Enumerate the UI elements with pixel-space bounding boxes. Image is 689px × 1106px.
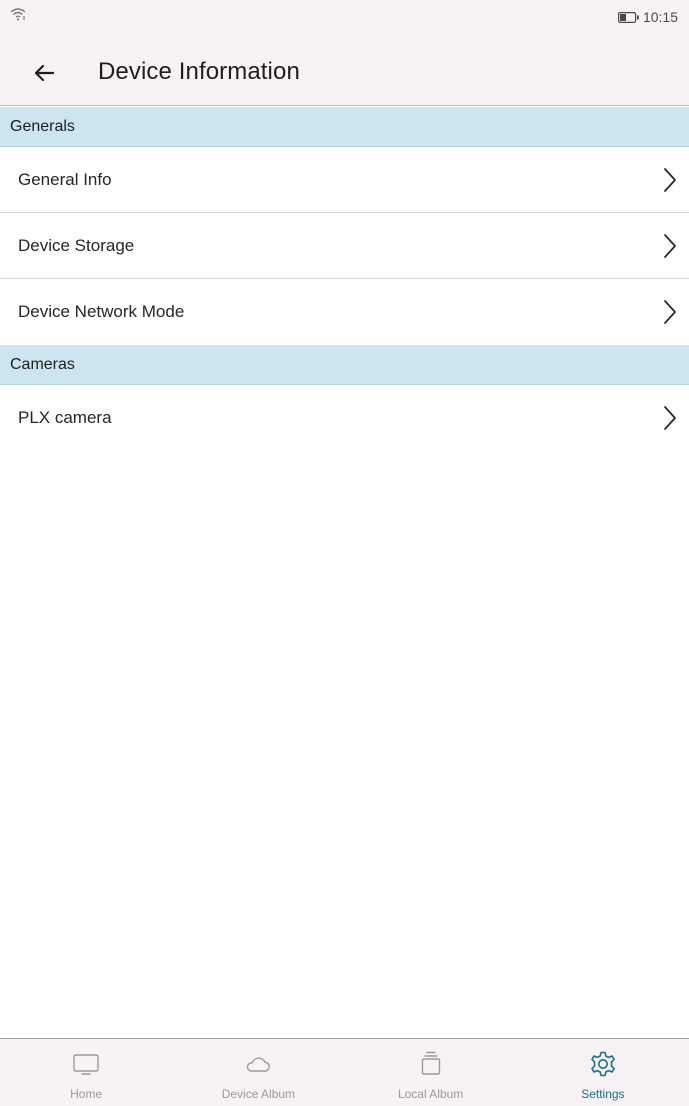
- chevron-right-icon: [664, 168, 676, 192]
- nav-item-local-album[interactable]: Local Album: [345, 1039, 517, 1106]
- status-time: 10:15: [642, 9, 678, 25]
- list-item-device-storage[interactable]: Device Storage: [0, 213, 689, 279]
- chevron-right-icon: [664, 234, 676, 258]
- bottom-navigation: Home Device Album Local Album Settings: [0, 1038, 689, 1106]
- list-item-device-network-mode[interactable]: Device Network Mode: [0, 279, 689, 345]
- list-item-label: General Info: [18, 170, 112, 189]
- chevron-right-icon: [664, 406, 676, 430]
- nav-label: Home: [70, 1087, 103, 1101]
- status-bar: 10:15: [0, 0, 689, 40]
- album-stack-icon: [421, 1051, 440, 1075]
- arrow-left-icon: [34, 64, 55, 82]
- status-right: 10:15: [617, 9, 678, 25]
- nav-label: Device Album: [221, 1087, 296, 1101]
- nav-item-home[interactable]: Home: [0, 1039, 172, 1106]
- section-title: Generals: [10, 118, 75, 135]
- nav-item-settings[interactable]: Settings: [517, 1039, 689, 1106]
- list-item-general-info[interactable]: General Info: [0, 147, 689, 213]
- list-item-label: Device Network Mode: [18, 302, 185, 321]
- list-item-plx-camera[interactable]: PLX camera: [0, 385, 689, 451]
- section-header-cameras: Cameras: [0, 345, 689, 385]
- gear-icon: [591, 1051, 615, 1077]
- back-button[interactable]: [24, 53, 64, 93]
- cloud-icon: [247, 1057, 271, 1072]
- list-item-label: PLX camera: [18, 408, 112, 427]
- chevron-right-icon: [664, 300, 676, 324]
- page-title: Device Information: [98, 58, 300, 85]
- nav-item-device-album[interactable]: Device Album: [172, 1039, 344, 1106]
- section-title: Cameras: [10, 356, 75, 373]
- device-information-screen: 10:15 Device Information Generals Genera…: [0, 0, 689, 1106]
- list-item-label: Device Storage: [18, 236, 135, 255]
- wifi-icon: [10, 8, 26, 21]
- nav-label: Settings: [581, 1087, 625, 1101]
- nav-label: Local Album: [397, 1087, 464, 1101]
- monitor-icon: [73, 1054, 99, 1075]
- app-bar: Device Information: [0, 40, 689, 106]
- battery-icon: [617, 11, 639, 23]
- section-header-generals: Generals: [0, 107, 689, 147]
